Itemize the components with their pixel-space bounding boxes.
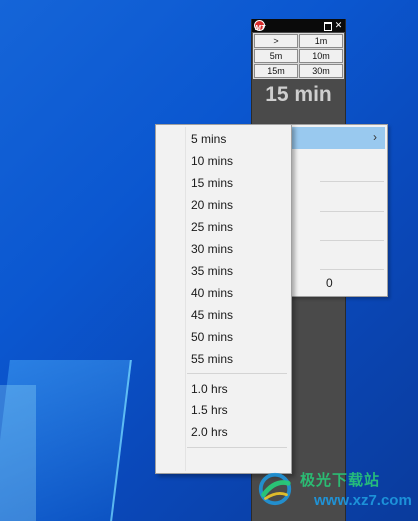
menu-item-value[interactable]: 0: [326, 276, 333, 290]
submenu-item-label: 5 mins: [191, 132, 227, 146]
submenu-item-50-mins[interactable]: 50 mins: [158, 326, 289, 348]
menu-separator: [320, 181, 384, 182]
watermark-logo-icon: [258, 472, 292, 506]
site-watermark: 极光下载站 www.xz7.com: [256, 464, 416, 520]
maximize-icon[interactable]: [323, 21, 332, 31]
submenu-item-label: 1.5 hrs: [191, 403, 228, 417]
submenu-item-label: 10 mins: [191, 154, 234, 168]
menu-item[interactable]: [292, 185, 385, 207]
preset-10m-button[interactable]: 10m: [299, 49, 343, 63]
watermark-url: www.xz7.com: [314, 492, 412, 509]
submenu-item-35-mins[interactable]: 35 mins: [158, 260, 289, 282]
submenu-item-15-mins[interactable]: 15 mins: [158, 172, 289, 194]
submenu-item-40-mins[interactable]: 40 mins: [158, 282, 289, 304]
menu-item[interactable]: [292, 244, 385, 266]
submenu-item-2-0-hrs[interactable]: 2.0 hrs: [158, 421, 289, 443]
submenu-item-10-mins[interactable]: 10 mins: [158, 150, 289, 172]
submenu-item-label: 30 mins: [191, 242, 234, 256]
preset-1m-button[interactable]: 1m: [299, 34, 343, 48]
duration-submenu: 5 mins 10 mins 15 mins 20 mins 25 mins 3…: [155, 124, 292, 474]
submenu-arrow-icon: ›: [373, 130, 377, 144]
menu-item[interactable]: [292, 215, 385, 237]
submenu-item-label: 1.0 hrs: [191, 382, 228, 396]
submenu-item-5-mins[interactable]: 5 mins: [158, 128, 289, 150]
submenu-separator: [187, 373, 287, 374]
timer-title-bar[interactable]: MT ✕: [252, 19, 345, 32]
submenu-item-label: 55 mins: [191, 352, 234, 366]
submenu-separator: [187, 447, 287, 448]
submenu-item-label: 15 mins: [191, 176, 234, 190]
submenu-item-55-mins[interactable]: 55 mins: [158, 348, 289, 370]
preset-5m-button[interactable]: 5m: [254, 49, 298, 63]
submenu-item-label: 45 mins: [191, 308, 234, 322]
menu-item[interactable]: [292, 151, 385, 173]
submenu-item-label: 40 mins: [191, 286, 234, 300]
timer-display: 15 min: [265, 83, 332, 106]
submenu-item-label: 20 mins: [191, 198, 234, 212]
submenu-item-1-5-hrs[interactable]: 1.5 hrs: [158, 399, 289, 421]
submenu-item-25-mins[interactable]: 25 mins: [158, 216, 289, 238]
start-button[interactable]: >: [254, 34, 298, 48]
submenu-item-label: 35 mins: [191, 264, 234, 278]
context-menu: › 0: [289, 124, 388, 297]
close-icon[interactable]: ✕: [334, 21, 343, 30]
menu-separator: [320, 269, 384, 270]
desktop-wallpaper-light: [0, 385, 36, 521]
preset-15m-button[interactable]: 15m: [254, 64, 298, 78]
menu-separator: [320, 240, 384, 241]
submenu-item-label: 50 mins: [191, 330, 234, 344]
submenu-item-30-mins[interactable]: 30 mins: [158, 238, 289, 260]
watermark-brand: 极光下载站: [300, 472, 381, 489]
submenu-item-label: 2.0 hrs: [191, 425, 228, 439]
submenu-item-20-mins[interactable]: 20 mins: [158, 194, 289, 216]
submenu-item-label: 25 mins: [191, 220, 234, 234]
submenu-item-45-mins[interactable]: 45 mins: [158, 304, 289, 326]
submenu-item-1-0-hrs[interactable]: 1.0 hrs: [158, 378, 289, 400]
preset-30m-button[interactable]: 30m: [299, 64, 343, 78]
menu-item-timer-presets[interactable]: ›: [292, 127, 385, 149]
timer-preset-buttons: > 1m 5m 10m 15m 30m: [253, 33, 344, 79]
menu-separator: [320, 211, 384, 212]
